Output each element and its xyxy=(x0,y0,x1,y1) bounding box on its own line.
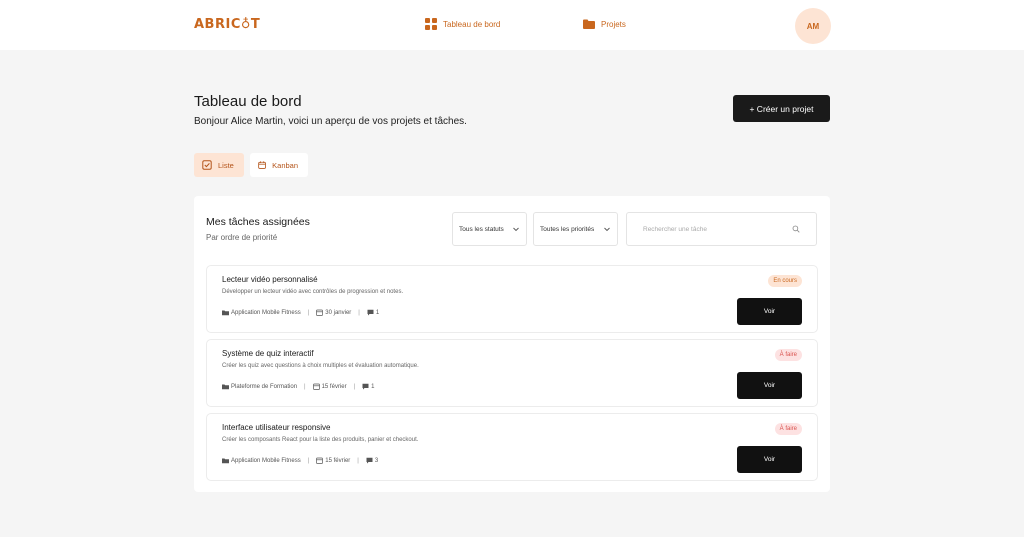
task-comments: 1 xyxy=(362,383,375,390)
task-due-date: 15 février xyxy=(312,383,347,390)
task-project-label: Application Mobile Fitness xyxy=(231,457,301,464)
comment-icon xyxy=(366,457,373,464)
task-project: Application Mobile Fitness xyxy=(222,309,301,316)
task-due-date-label: 15 février xyxy=(321,383,347,390)
task-title: Interface utilisateur responsive xyxy=(222,423,331,432)
task-description: Créer les composants React pour la liste… xyxy=(222,437,419,443)
task-project-label: Plateforme de Formation xyxy=(231,383,298,390)
status-badge: À faire xyxy=(774,423,802,435)
checkbox-icon xyxy=(202,160,212,170)
task-project-label: Application Mobile Fitness xyxy=(231,309,301,316)
priority-filter-select[interactable]: Toutes les priorités xyxy=(533,212,618,246)
chevron-down-icon xyxy=(604,227,610,232)
status-badge: À faire xyxy=(774,349,802,361)
app-logo[interactable]: ABRIC♁T xyxy=(194,17,260,32)
nav-item-projects[interactable]: Projets xyxy=(583,18,626,30)
chevron-down-icon xyxy=(513,227,519,232)
view-toggle: Liste Kanban xyxy=(194,153,308,177)
task-search-input[interactable] xyxy=(643,225,792,233)
view-task-button[interactable]: Voir xyxy=(737,446,802,473)
folder-icon xyxy=(222,384,229,390)
user-avatar[interactable]: AM xyxy=(795,8,831,44)
view-list-button[interactable]: Liste xyxy=(194,153,244,177)
task-project: Application Mobile Fitness xyxy=(222,457,301,464)
create-project-button[interactable]: + Créer un projet xyxy=(733,95,830,122)
task-due-date-label: 15 février xyxy=(325,457,351,464)
page-subtitle: Bonjour Alice Martin, voici un aperçu de… xyxy=(194,116,467,127)
calendar-icon xyxy=(312,383,320,390)
view-kanban-label: Kanban xyxy=(272,160,298,170)
search-icon[interactable] xyxy=(792,225,800,233)
folder-icon xyxy=(583,19,595,29)
task-title: Lecteur vidéo personnalisé xyxy=(222,275,318,284)
status-filter-label: Tous les statuts xyxy=(459,225,504,233)
status-filter-select[interactable]: Tous les statuts xyxy=(452,212,527,246)
grid-icon xyxy=(425,18,437,30)
task-row: Interface utilisateur responsive Créer l… xyxy=(206,413,818,481)
view-kanban-button[interactable]: Kanban xyxy=(250,153,308,177)
task-description: Développer un lecteur vidéo avec contrôl… xyxy=(222,289,404,295)
meta-divider: | xyxy=(357,457,359,464)
task-description: Créer les quiz avec questions à choix mu… xyxy=(222,363,419,369)
page-title: Tableau de bord xyxy=(194,93,302,110)
comment-icon xyxy=(367,309,374,316)
assigned-tasks-card: Mes tâches assignées Par ordre de priori… xyxy=(194,196,830,492)
task-comments-count: 3 xyxy=(374,457,379,464)
task-title: Système de quiz interactif xyxy=(222,349,314,358)
task-row: Système de quiz interactif Créer les qui… xyxy=(206,339,818,407)
task-comments-count: 1 xyxy=(375,309,380,316)
task-comments: 3 xyxy=(366,457,378,464)
task-due-date: 30 janvier xyxy=(316,309,351,316)
task-comments: 1 xyxy=(367,309,379,316)
meta-divider: | xyxy=(307,457,310,464)
calendar-icon xyxy=(316,309,324,316)
meta-divider: | xyxy=(353,383,356,390)
task-project: Plateforme de Formation xyxy=(222,383,297,390)
meta-divider: | xyxy=(307,309,310,316)
status-badge: En cours xyxy=(768,275,802,287)
top-navigation-bar: ABRIC♁T Tableau de bord Projets AM xyxy=(0,0,1024,50)
meta-divider: | xyxy=(304,383,306,390)
calendar-icon xyxy=(316,457,324,464)
calendar-icon xyxy=(258,161,266,169)
folder-icon xyxy=(222,310,229,316)
nav-item-dashboard-label: Tableau de bord xyxy=(443,19,501,29)
task-meta: Application Mobile Fitness | 30 janvier … xyxy=(222,309,379,316)
task-row: Lecteur vidéo personnalisé Développer un… xyxy=(206,265,818,333)
task-due-date: 15 février xyxy=(316,457,350,464)
card-title: Mes tâches assignées xyxy=(206,216,310,228)
view-task-button[interactable]: Voir xyxy=(737,298,802,325)
view-task-button[interactable]: Voir xyxy=(737,372,802,399)
nav-item-dashboard[interactable]: Tableau de bord xyxy=(425,18,500,30)
priority-filter-label: Toutes les priorités xyxy=(540,225,595,233)
meta-divider: | xyxy=(358,309,360,316)
task-comments-count: 1 xyxy=(371,383,375,390)
nav-item-projects-label: Projets xyxy=(601,19,626,29)
card-subtitle: Par ordre de priorité xyxy=(206,233,278,242)
task-search-box xyxy=(626,212,817,246)
task-due-date-label: 30 janvier xyxy=(325,309,352,316)
folder-icon xyxy=(222,458,229,464)
view-list-label: Liste xyxy=(218,160,234,170)
task-meta: Plateforme de Formation | 15 février | 1 xyxy=(222,383,375,390)
task-meta: Application Mobile Fitness | 15 février … xyxy=(222,457,378,464)
comment-icon xyxy=(362,383,369,390)
